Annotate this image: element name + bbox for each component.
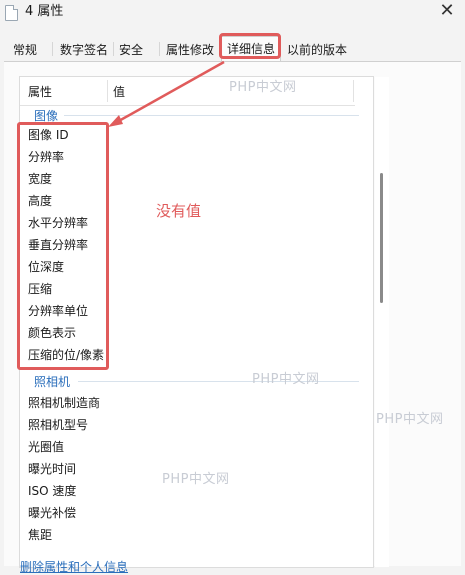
tab-property-modify[interactable]: 属性修改 xyxy=(162,40,218,60)
tab-security[interactable]: 安全 xyxy=(114,40,148,60)
vertical-scrollbar[interactable] xyxy=(375,77,389,567)
annotation-no-value: 没有值 xyxy=(156,202,202,220)
watermark: PHP中文网 xyxy=(229,80,297,95)
property-row[interactable]: 照相机型号 xyxy=(28,417,88,433)
document-icon xyxy=(5,5,18,21)
highlight-box-image-properties xyxy=(17,122,109,370)
column-value[interactable]: 值 xyxy=(113,83,125,100)
group-header-camera: 照相机 xyxy=(34,375,71,389)
tab-digital-signature[interactable]: 数字签名 xyxy=(56,40,112,60)
property-row[interactable]: 曝光补偿 xyxy=(28,505,76,521)
property-row[interactable]: 焦距 xyxy=(28,527,52,543)
watermark: PHP中文网 xyxy=(162,472,230,487)
column-divider[interactable] xyxy=(107,80,108,102)
property-row[interactable]: 曝光时间 xyxy=(28,461,76,477)
column-property[interactable]: 属性 xyxy=(28,83,52,100)
group-divider xyxy=(64,115,359,116)
close-button[interactable]: ✕ xyxy=(433,0,461,24)
column-divider[interactable] xyxy=(353,80,354,102)
watermark: PHP中文网 xyxy=(376,412,444,427)
property-row[interactable]: 照相机制造商 xyxy=(28,395,100,411)
remove-properties-link[interactable]: 删除属性和个人信息 xyxy=(20,558,128,575)
scrollbar-thumb[interactable] xyxy=(380,173,383,303)
tab-general[interactable]: 常规 xyxy=(6,40,44,60)
tab-separator xyxy=(159,42,160,56)
watermark: PHP中文网 xyxy=(252,372,320,387)
window-title: 4 属性 xyxy=(25,4,64,19)
tab-highlight-box xyxy=(219,33,281,59)
column-header: 属性 值 xyxy=(20,77,355,106)
tab-separator xyxy=(52,42,53,56)
tab-previous-versions[interactable]: 以前的版本 xyxy=(282,40,352,60)
title-bar: 4 属性 ✕ xyxy=(0,0,465,32)
property-row[interactable]: 光圈值 xyxy=(28,439,64,455)
property-row[interactable]: ISO 速度 xyxy=(28,483,76,499)
